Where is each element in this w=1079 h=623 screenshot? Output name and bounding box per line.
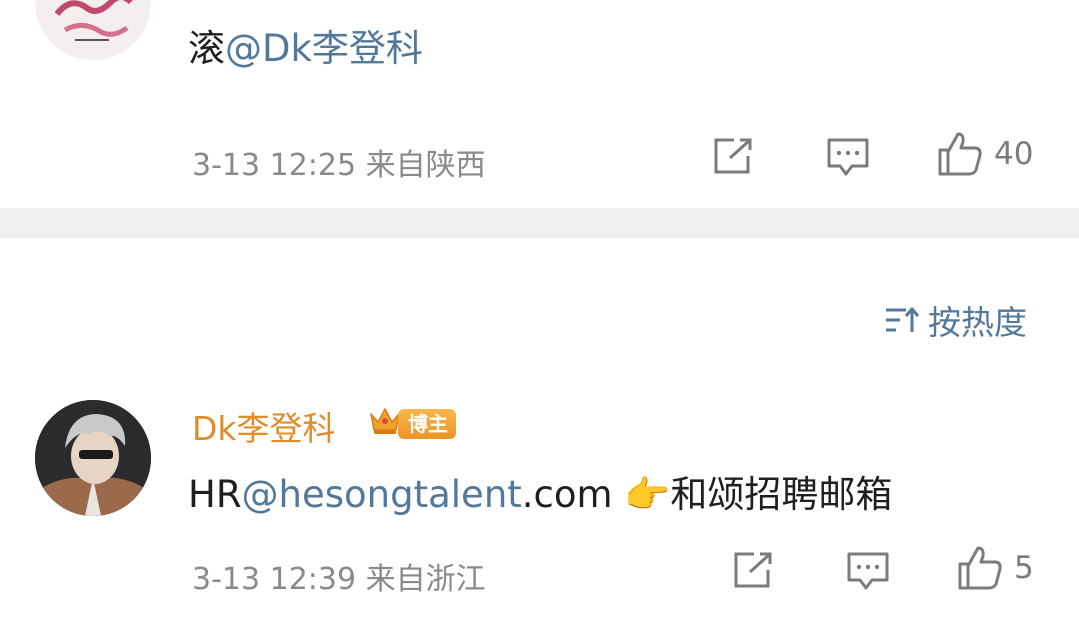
sort-label: 按热度: [928, 303, 1027, 342]
comment-icon: [847, 552, 889, 590]
calligraphy-avatar-icon: [35, 0, 151, 60]
share-button[interactable]: [712, 136, 756, 176]
section-divider: [0, 208, 1079, 238]
timestamp: 3-13 12:25: [192, 148, 357, 183]
silver-hair-avatar-icon: [35, 400, 151, 516]
comment-meta: 3-13 12:39 来自浙江: [192, 554, 486, 598]
share-button[interactable]: [732, 550, 776, 590]
mention-link[interactable]: @hesongtalent: [242, 473, 522, 516]
thumbs-up-icon: [958, 546, 1002, 590]
comment-item: 滚@Dk李登科 3-13 12:25 来自陕西 40: [0, 0, 1079, 208]
crown-icon: [370, 408, 400, 434]
like-button[interactable]: 5: [956, 544, 1034, 592]
like-count: 40: [994, 136, 1034, 172]
share-icon: [734, 552, 772, 588]
timestamp: 3-13 12:39: [192, 562, 357, 597]
username[interactable]: Dk李登科: [192, 402, 336, 450]
comment-text: HR@hesongtalent.com 👉和颂招聘邮箱: [188, 473, 893, 516]
comment-item: Dk李登科 博主 HR@hesongtalent.com 👉和颂招聘邮箱 3-1…: [0, 380, 1079, 623]
thumbs-up-icon: [938, 132, 982, 176]
location: 来自浙江: [365, 562, 486, 597]
comment-icon: [827, 138, 869, 176]
comment-text: 滚@Dk李登科: [188, 27, 423, 70]
avatar[interactable]: [35, 0, 151, 60]
sort-button[interactable]: 按热度: [884, 296, 1027, 344]
reply-button[interactable]: [846, 550, 890, 592]
comment-meta: 3-13 12:25 来自陕西: [192, 140, 486, 184]
reply-button[interactable]: [826, 136, 870, 178]
like-count: 5: [1014, 550, 1034, 586]
share-icon: [714, 138, 752, 174]
like-button[interactable]: 40: [936, 130, 1033, 178]
sort-icon: [886, 307, 920, 332]
location: 来自陕西: [365, 148, 486, 183]
mention-link[interactable]: @Dk李登科: [225, 27, 423, 70]
pointing-hand-emoji: 👉: [624, 473, 671, 516]
author-badge: 博主: [398, 409, 456, 439]
avatar[interactable]: [35, 400, 151, 516]
